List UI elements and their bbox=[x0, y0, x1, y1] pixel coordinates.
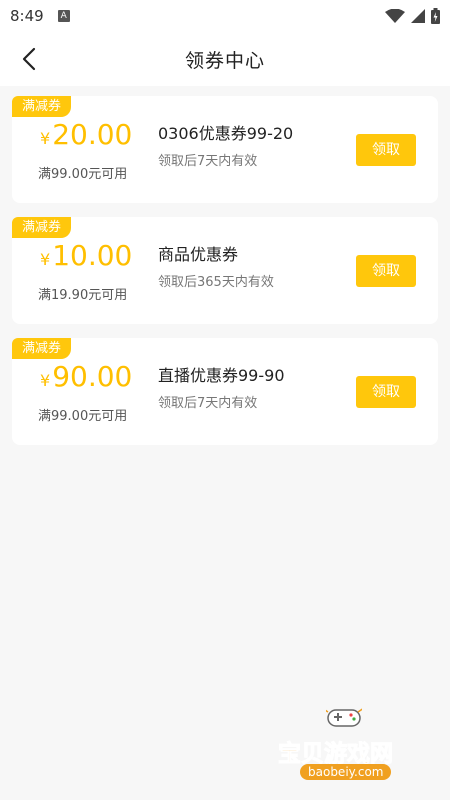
wifi-icon bbox=[385, 9, 405, 23]
coupon-name: 0306优惠券99-20 bbox=[158, 124, 294, 143]
coupon-validity: 领取后365天内有效 bbox=[158, 275, 274, 290]
coupon-type-badge: 满减券 bbox=[12, 338, 72, 359]
currency-symbol: ¥ bbox=[40, 129, 51, 148]
amount-value: 90.00 bbox=[52, 360, 133, 393]
coupon-condition: 满19.90元可用 bbox=[38, 288, 128, 303]
coupon-type-badge: 满减券 bbox=[12, 96, 72, 117]
claim-button[interactable]: 领取 bbox=[356, 376, 416, 408]
coupon-validity: 领取后7天内有效 bbox=[158, 396, 258, 411]
notification-icon: A bbox=[57, 10, 70, 22]
watermark-text: 宝贝游戏网 bbox=[278, 741, 394, 768]
claim-button[interactable]: 领取 bbox=[356, 134, 416, 166]
signal-icon bbox=[411, 9, 425, 23]
watermark-logo: 宝贝游戏网 baobeiy.com bbox=[278, 700, 428, 780]
claim-button[interactable]: 领取 bbox=[356, 255, 416, 287]
chevron-left-icon bbox=[22, 47, 36, 71]
coupon-card: 满减券 ¥ 90.00 满99.00元可用 直播优惠券99-90 领取后7天内有… bbox=[12, 338, 438, 445]
watermark-url: baobeiy.com bbox=[300, 764, 392, 780]
back-button[interactable] bbox=[14, 44, 44, 74]
coupon-type-badge: 满减券 bbox=[12, 217, 72, 238]
status-bar: 8:49 A bbox=[0, 0, 450, 32]
currency-symbol: ¥ bbox=[40, 371, 51, 390]
coupon-amount: ¥ 90.00 bbox=[40, 360, 140, 393]
coupon-name: 直播优惠券99-90 bbox=[158, 366, 285, 385]
amount-value: 10.00 bbox=[52, 239, 133, 272]
status-icons bbox=[385, 8, 440, 24]
gamepad-icon bbox=[326, 708, 362, 727]
coupon-card: 满减券 ¥ 20.00 满99.00元可用 0306优惠券99-20 领取后7天… bbox=[12, 96, 438, 203]
coupon-amount: ¥ 20.00 bbox=[40, 118, 140, 151]
page-title: 领券中心 bbox=[184, 49, 265, 72]
battery-icon bbox=[431, 8, 440, 24]
currency-symbol: ¥ bbox=[40, 250, 51, 269]
amount-value: 20.00 bbox=[52, 118, 133, 151]
coupon-condition: 满99.00元可用 bbox=[38, 409, 128, 424]
coupon-card: 满减券 ¥ 10.00 满19.90元可用 商品优惠券 领取后365天内有效 领… bbox=[12, 217, 438, 324]
coupon-condition: 满99.00元可用 bbox=[38, 167, 128, 182]
coupon-name: 商品优惠券 bbox=[158, 245, 239, 264]
coupon-list: 满减券 ¥ 20.00 满99.00元可用 0306优惠券99-20 领取后7天… bbox=[12, 96, 438, 459]
status-time: 8:49 bbox=[10, 7, 44, 25]
nav-bar: 领券中心 bbox=[0, 32, 450, 86]
coupon-amount: ¥ 10.00 bbox=[40, 239, 140, 272]
coupon-validity: 领取后7天内有效 bbox=[158, 154, 258, 169]
